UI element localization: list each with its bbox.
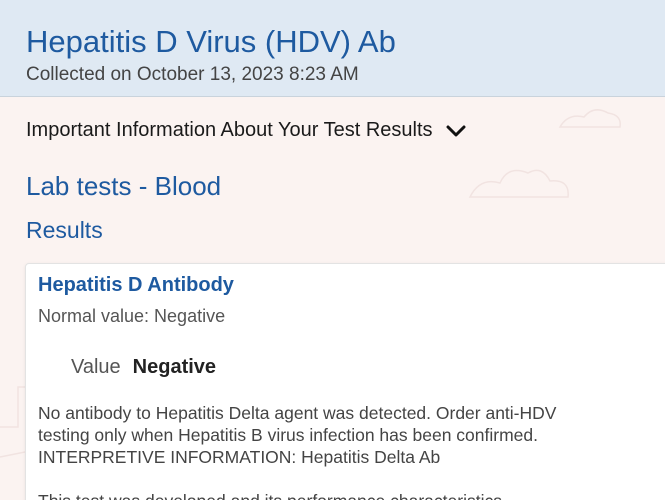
main-content: Important Information About Your Test Re…	[0, 97, 665, 500]
value-label: Value	[71, 356, 121, 378]
comment-line: This test was developed and its performa…	[38, 490, 638, 500]
important-info-label: Important Information About Your Test Re…	[26, 119, 433, 141]
lab-tests-heading: Lab tests - Blood	[26, 171, 222, 201]
result-comment: No antibody to Hepatitis Delta agent was…	[38, 402, 638, 500]
result-value: Negative	[132, 356, 217, 378]
collected-date: Collected on October 13, 2023 8:23 AM	[26, 64, 359, 85]
page-header: Hepatitis D Virus (HDV) Ab Collected on …	[0, 0, 665, 97]
page-title: Hepatitis D Virus (HDV) Ab	[26, 24, 396, 59]
chevron-down-icon	[446, 125, 466, 136]
comment-line: INTERPRETIVE INFORMATION: Hepatitis Delt…	[38, 447, 441, 467]
important-info-toggle[interactable]: Important Information About Your Test Re…	[26, 119, 467, 142]
results-heading: Results	[26, 217, 103, 243]
comment-line: No antibody to Hepatitis Delta agent was…	[38, 403, 557, 423]
comment-line: testing only when Hepatitis B virus infe…	[38, 425, 538, 445]
value-row: Value Negative	[71, 356, 216, 379]
result-name: Hepatitis D Antibody	[38, 274, 234, 296]
result-card: Hepatitis D Antibody Normal value: Negat…	[25, 263, 665, 500]
normal-value: Normal value: Negative	[38, 306, 226, 326]
